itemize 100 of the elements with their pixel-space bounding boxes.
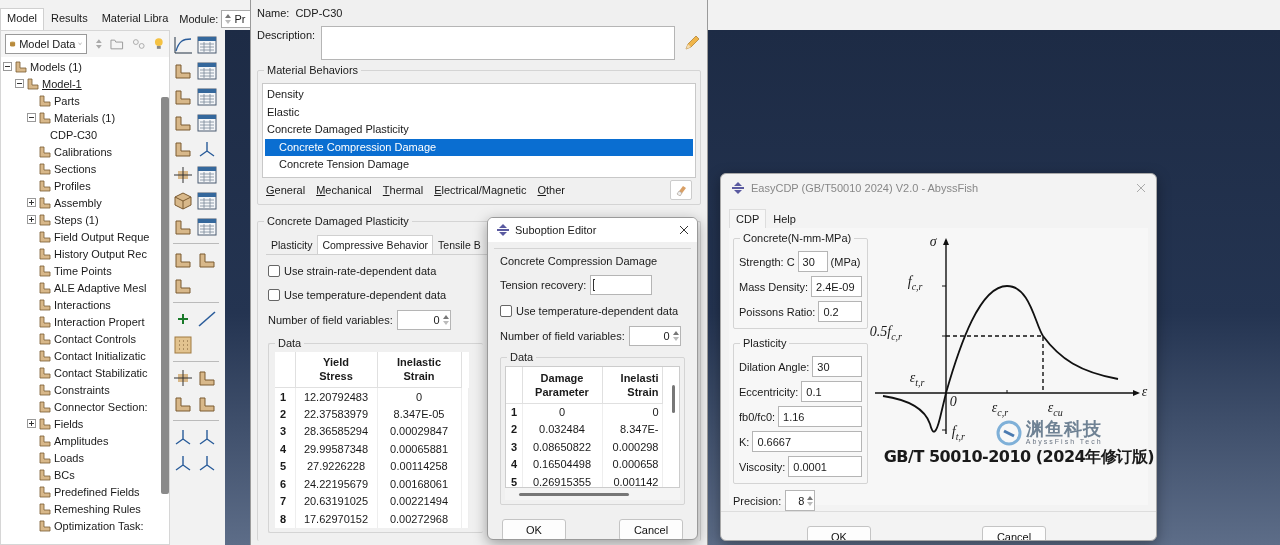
table-icon[interactable] (197, 114, 217, 132)
tree-item[interactable]: History Output Rec (54, 247, 147, 260)
column-header[interactable]: Damage Parameter (522, 367, 602, 403)
tree-item[interactable]: Interaction Propert (54, 315, 145, 328)
table-cell[interactable]: 8.347E-05 (377, 405, 461, 423)
tree-item[interactable]: Optimization Task: (54, 519, 144, 532)
table-cell[interactable]: 0.00221494 (377, 492, 461, 510)
column-header[interactable]: Yield Stress (295, 351, 377, 388)
behavior-list[interactable]: Density Elastic Concrete Damaged Plasticity Concrete Compression Damage Concrete Tension Damage (262, 83, 696, 178)
table-cell[interactable]: 22.37583979 (295, 405, 377, 423)
list-item[interactable]: Elastic (263, 103, 695, 121)
table-cell[interactable]: 0.032484 (522, 420, 602, 438)
crosshair-icon[interactable] (173, 166, 193, 184)
description-field[interactable] (321, 26, 675, 60)
tree-item[interactable]: Remeshing Rules (54, 502, 141, 515)
table-icon[interactable] (197, 36, 217, 54)
tree-item[interactable]: Time Points (54, 264, 112, 277)
list-item[interactable]: Density (263, 86, 695, 104)
axes-icon[interactable] (173, 428, 193, 446)
scrollbar[interactable] (672, 385, 675, 413)
table-cell[interactable]: 0.00029847 (377, 422, 461, 440)
menu-item[interactable]: Other (537, 183, 565, 196)
table-icon[interactable] (197, 166, 217, 184)
axes-icon[interactable] (173, 454, 193, 472)
tree-item[interactable]: Profiles (54, 179, 91, 192)
list-item[interactable]: Concrete Damaged Plasticity (263, 121, 695, 139)
dialog-button[interactable]: OK (502, 519, 566, 539)
table-cell[interactable]: 17.62970152 (295, 510, 377, 528)
crosshair-icon[interactable] (173, 369, 193, 387)
table-icon[interactable] (197, 88, 217, 106)
table-icon[interactable] (197, 218, 217, 236)
block-icon[interactable] (173, 277, 193, 295)
table-cell[interactable]: 0 (522, 403, 602, 421)
curve-icon[interactable] (173, 36, 193, 54)
tree-item[interactable]: Constraints (54, 383, 110, 396)
folder-icon[interactable] (110, 38, 124, 50)
tree-item[interactable]: Contact Controls (54, 332, 136, 345)
tree-item[interactable]: Amplitudes (54, 434, 109, 447)
table-cell[interactable]: 0.000298 (602, 438, 662, 456)
axes-icon[interactable] (197, 454, 217, 472)
number-field[interactable]: 0 (628, 326, 681, 346)
block-icon[interactable] (173, 88, 193, 106)
table-icon[interactable] (197, 192, 217, 210)
tree-item[interactable]: Field Output Reque (54, 230, 150, 243)
tab[interactable]: Plasticity (266, 234, 318, 254)
table-cell[interactable]: 8.347E- (602, 420, 662, 438)
expand-icon[interactable] (27, 215, 36, 224)
tree-item[interactable]: Sections (54, 162, 97, 175)
axes-icon[interactable] (197, 140, 217, 158)
input-field[interactable]: 0.2 (818, 301, 862, 322)
block-icon[interactable] (173, 218, 193, 236)
expand-icon[interactable] (27, 419, 36, 428)
block-icon[interactable] (173, 395, 193, 413)
table-cell[interactable]: 28.36585294 (295, 422, 377, 440)
column-header[interactable]: Inelasti Strain (602, 367, 662, 403)
tab[interactable]: Compressive Behavior (317, 234, 434, 254)
menu-item[interactable]: Electrical/Magnetic (434, 183, 527, 196)
checkbox[interactable] (500, 305, 512, 317)
tree-item[interactable]: Connector Section: (54, 400, 148, 413)
spinner-icon[interactable] (224, 12, 233, 26)
close-icon[interactable] (679, 225, 689, 235)
input-field[interactable]: 0.6667 (752, 431, 862, 452)
tree-item[interactable]: Parts (54, 94, 80, 107)
block-icon[interactable] (197, 369, 217, 387)
axes-icon[interactable] (197, 428, 217, 446)
table-cell[interactable]: 0.00272968 (377, 510, 461, 528)
input-field[interactable]: 2.4E-09 (811, 276, 862, 297)
input-field[interactable] (590, 275, 653, 295)
table-cell[interactable]: 24.22195679 (295, 475, 377, 493)
input-field[interactable]: 0.0001 (788, 456, 862, 477)
eraser-icon[interactable] (675, 183, 687, 196)
list-item[interactable]: Concrete Compression Damage (265, 138, 693, 156)
tab[interactable]: Tensile B (433, 234, 482, 254)
block-icon[interactable] (173, 114, 193, 132)
number-field[interactable]: 8 (785, 490, 816, 511)
lightbulb-icon[interactable] (153, 37, 165, 51)
collapse-icon[interactable] (15, 79, 24, 88)
checkbox[interactable] (268, 264, 280, 277)
table-cell[interactable]: 29.99587348 (295, 440, 377, 458)
tree-item[interactable]: Interactions (54, 298, 111, 311)
tree-selector[interactable]: Model Data (5, 34, 87, 54)
column-header[interactable]: Inelastic Strain (377, 351, 461, 388)
table-cell[interactable]: 12.20792483 (295, 387, 377, 405)
table-cell[interactable]: 0.00114258 (377, 457, 461, 475)
menu-item[interactable]: Mechanical (316, 183, 372, 196)
table-cell[interactable]: 0.16504498 (522, 455, 602, 473)
tab[interactable]: Material Libra (94, 8, 176, 30)
block-icon[interactable] (173, 62, 193, 80)
module-combo[interactable]: Pr (221, 10, 252, 28)
block-icon[interactable] (173, 251, 193, 269)
checkbox[interactable] (268, 288, 280, 301)
number-field[interactable]: 0 (396, 309, 451, 330)
tree-item[interactable]: BCs (54, 468, 75, 481)
table-cell[interactable]: 0.08650822 (522, 438, 602, 456)
tree-item[interactable]: Materials (1) (54, 111, 116, 124)
line-icon[interactable] (197, 310, 217, 328)
tree-item[interactable]: Calibrations (54, 145, 113, 158)
tree-item[interactable]: Predefined Fields (54, 485, 140, 498)
collapse-icon[interactable] (3, 62, 12, 71)
tree-item[interactable]: Loads (54, 451, 84, 464)
